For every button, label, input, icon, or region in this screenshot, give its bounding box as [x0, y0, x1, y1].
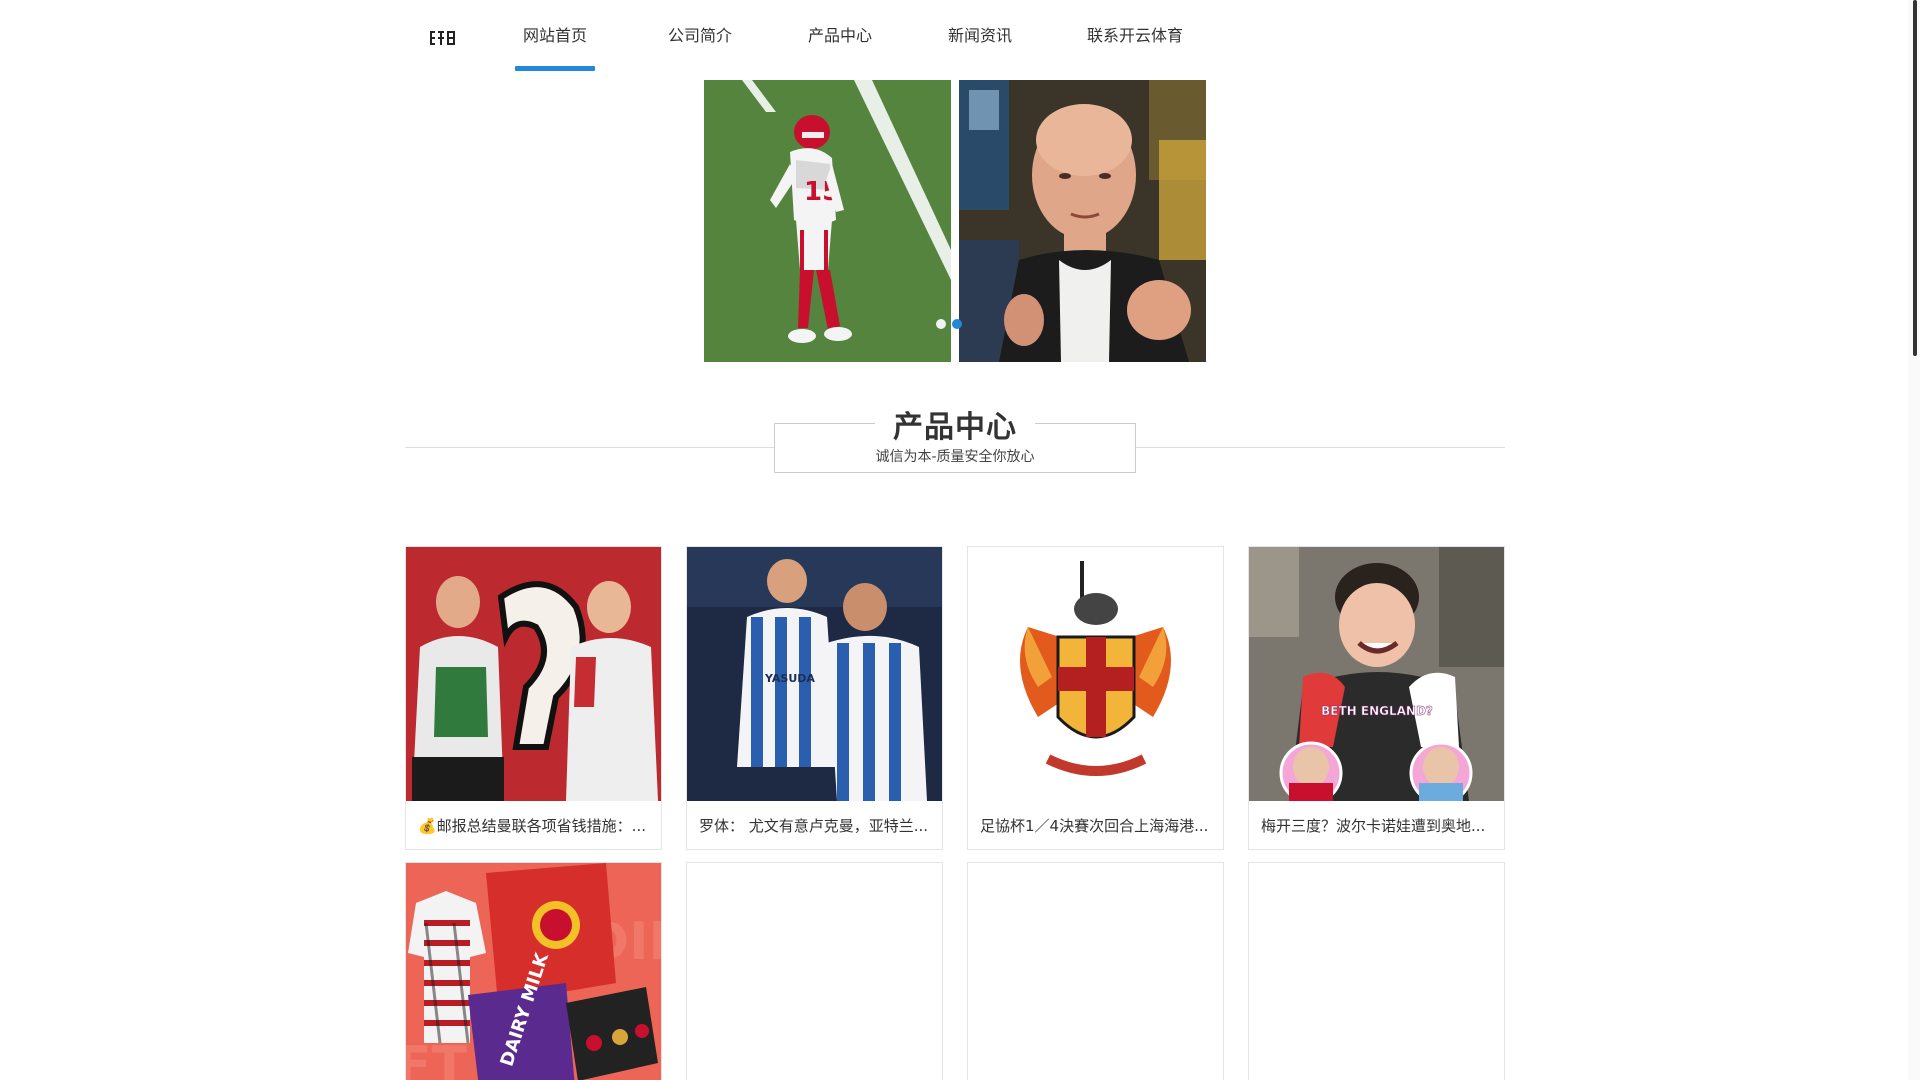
product-image: [968, 863, 1223, 1080]
product-card[interactable]: 💰邮报总结曼联各项省钱措施：...: [405, 546, 662, 850]
section-subtitle: 诚信为本-质量安全你放心: [875, 449, 1035, 465]
product-image: YASUDA: [687, 547, 942, 801]
active-tab-indicator: [515, 66, 595, 71]
nav-item-label: 公司简介: [667, 26, 732, 45]
section-title-wrap: 产品中心: [875, 400, 1035, 448]
product-image-text: BETH ENGLAND?: [1321, 704, 1433, 718]
site-logo-icon[interactable]: [430, 31, 460, 47]
nav-item-home[interactable]: 网站首页: [515, 0, 595, 72]
banner-slide-portrait[interactable]: [959, 80, 1206, 362]
nav-item-label: 新闻资讯: [947, 26, 1012, 45]
banner-carousel[interactable]: 15: [704, 80, 1206, 362]
nav-item-label: 网站首页: [522, 26, 587, 45]
product-caption: 💰邮报总结曼联各项省钱措施：...: [418, 816, 646, 835]
carousel-dot-2[interactable]: [952, 319, 962, 329]
product-caption: 罗体： 尤文有意卢克曼，亚特兰...: [699, 816, 929, 835]
svg-text:YASUDA: YASUDA: [764, 672, 815, 685]
nav-item-label: 联系开云体育: [1086, 26, 1183, 45]
carousel-dots: [936, 319, 972, 329]
section-title: 产品中心: [893, 410, 1017, 445]
product-card[interactable]: DID FT DAIRY MILK: [405, 862, 662, 1080]
top-nav: 网站首页 公司简介 产品中心 新闻资讯 联系开云体育: [405, 0, 1505, 72]
nav-item-about[interactable]: 公司简介: [655, 0, 745, 72]
product-image: DID FT DAIRY MILK: [406, 863, 661, 1080]
product-caption: 梅开三度？波尔卡诺娃遭到奥地...: [1261, 816, 1486, 835]
product-caption: 足協杯1／4決賽次回合上海海港...: [980, 816, 1209, 835]
page-scrollbar[interactable]: [1908, 0, 1920, 1080]
nav-item-label: 产品中心: [807, 26, 872, 45]
product-image: [406, 547, 661, 801]
product-image: [1249, 863, 1504, 1080]
nav-item-news[interactable]: 新闻资讯: [935, 0, 1025, 72]
product-card[interactable]: YASUDA 罗体： 尤文有意卢克曼，亚特兰...: [686, 546, 943, 850]
product-card[interactable]: [967, 862, 1224, 1080]
nav-item-products[interactable]: 产品中心: [795, 0, 885, 72]
scrollbar-thumb[interactable]: [1913, 0, 1917, 356]
product-card[interactable]: [686, 862, 943, 1080]
carousel-dot-1[interactable]: [936, 319, 946, 329]
product-image: BETH ENGLAND?: [1249, 547, 1504, 801]
banner-slide-football[interactable]: 15: [704, 80, 951, 362]
product-card[interactable]: 足協杯1／4決賽次回合上海海港...: [967, 546, 1224, 850]
nav-item-contact[interactable]: 联系开云体育: [1075, 0, 1195, 72]
product-image: [687, 863, 942, 1080]
product-image: [968, 547, 1223, 801]
product-card[interactable]: BETH ENGLAND? 梅开三度？波尔卡诺娃遭到奥地...: [1248, 546, 1505, 850]
product-card[interactable]: [1248, 862, 1505, 1080]
